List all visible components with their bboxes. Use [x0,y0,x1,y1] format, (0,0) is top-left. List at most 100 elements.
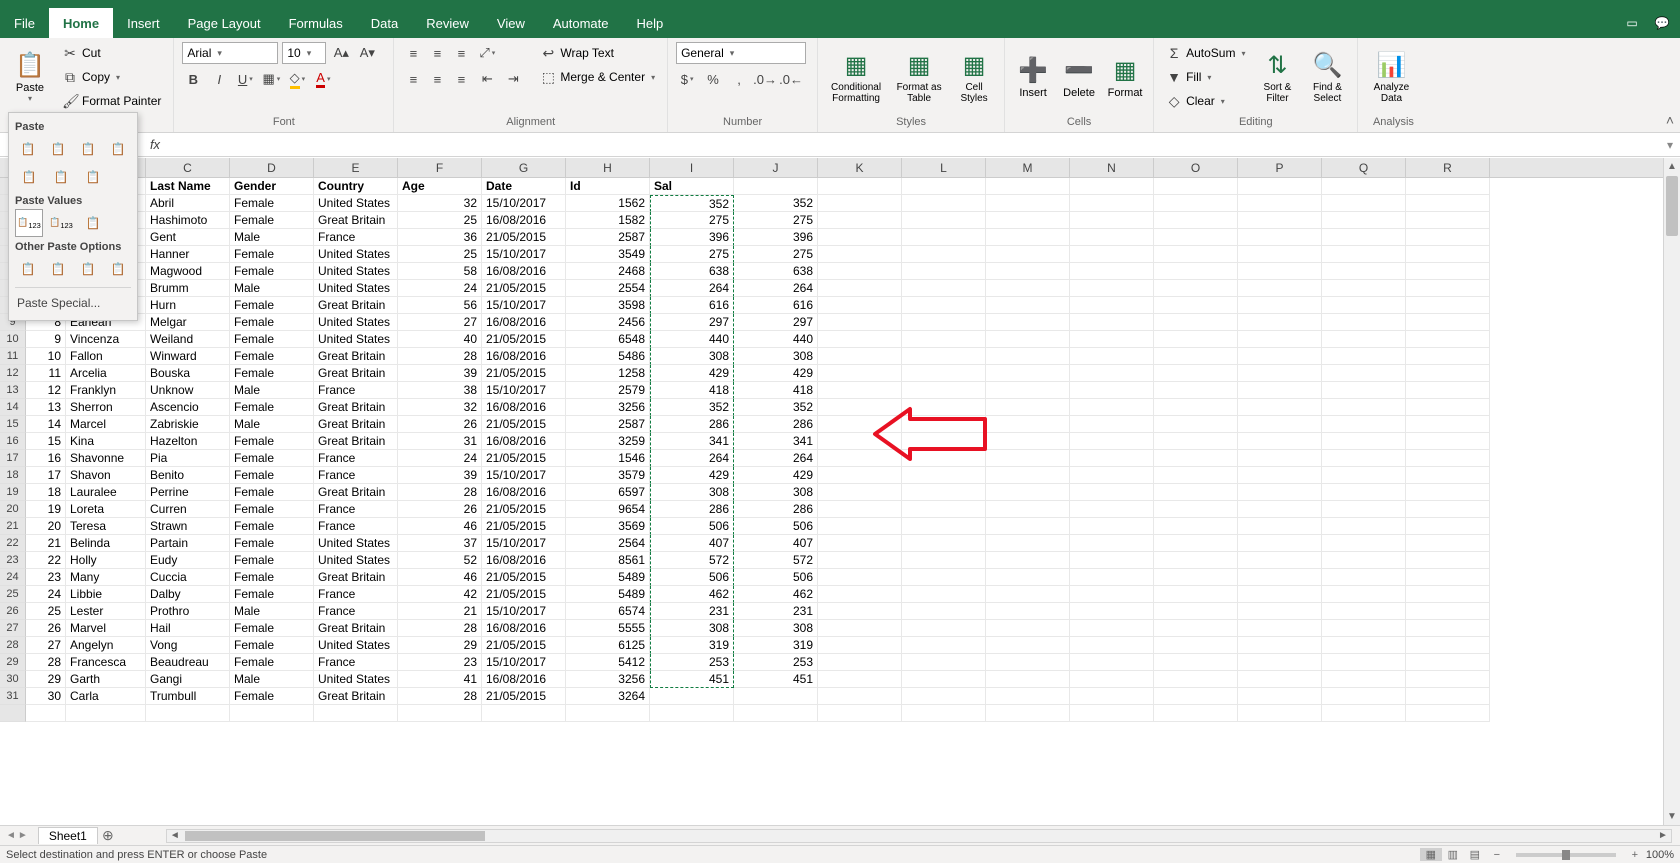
row-header[interactable]: 29 [0,654,26,671]
cell[interactable] [1238,263,1322,280]
cell[interactable] [902,246,986,263]
cell[interactable]: Brumm [146,280,230,297]
cell[interactable]: Hazelton [146,433,230,450]
cell[interactable]: 11 [26,365,66,382]
cell[interactable] [986,297,1070,314]
cell[interactable] [1154,382,1238,399]
cell[interactable] [1406,212,1490,229]
cell[interactable]: 638 [734,263,818,280]
cell[interactable]: Female [230,331,314,348]
cell[interactable]: 2579 [566,382,650,399]
cell[interactable] [1322,552,1406,569]
cell[interactable] [1322,280,1406,297]
format-painter-button[interactable]: 🖌Format Painter [58,90,165,112]
cell[interactable]: 616 [734,297,818,314]
cell[interactable] [902,450,986,467]
cell[interactable] [818,586,902,603]
row-header[interactable]: 18 [0,467,26,484]
cell[interactable]: Holly [66,552,146,569]
cell[interactable]: 2468 [566,263,650,280]
wrap-text-button[interactable]: ↩Wrap Text [536,42,659,64]
column-header-N[interactable]: N [1070,158,1154,177]
cell[interactable]: Female [230,501,314,518]
paste-button[interactable]: 📋 Paste ▾ [8,42,52,112]
cell[interactable] [1406,178,1490,195]
autosum-button[interactable]: ΣAutoSum▾ [1162,42,1249,64]
cell[interactable]: Francesca [66,654,146,671]
cell[interactable]: 8561 [566,552,650,569]
cell[interactable] [734,688,818,705]
cell[interactable]: 275 [650,212,734,229]
cell[interactable]: 12 [26,382,66,399]
cell[interactable]: 2587 [566,416,650,433]
cell[interactable]: 308 [734,484,818,501]
cell[interactable]: 39 [398,365,482,382]
cell[interactable] [902,603,986,620]
cell[interactable] [1406,535,1490,552]
cell[interactable] [986,535,1070,552]
cell[interactable] [1406,586,1490,603]
cell[interactable] [1322,433,1406,450]
cell[interactable] [1322,348,1406,365]
cell[interactable] [1238,212,1322,229]
cell[interactable] [986,501,1070,518]
cell[interactable]: 286 [734,501,818,518]
cell[interactable]: 31 [398,433,482,450]
cell[interactable]: 3256 [566,399,650,416]
cell[interactable]: 407 [650,535,734,552]
cell[interactable] [1406,467,1490,484]
page-break-view-icon[interactable]: ▤ [1464,848,1486,861]
cell[interactable] [902,399,986,416]
cell[interactable] [986,382,1070,399]
cell[interactable]: Vincenza [66,331,146,348]
cell[interactable]: 15/10/2017 [482,297,566,314]
cell[interactable] [482,705,566,722]
menu-tab-view[interactable]: View [483,8,539,38]
cell[interactable] [818,688,902,705]
cell[interactable] [1238,297,1322,314]
cell[interactable] [1238,586,1322,603]
cell[interactable] [986,484,1070,501]
cell[interactable]: Hurn [146,297,230,314]
cell[interactable]: 16/08/2016 [482,433,566,450]
cell[interactable]: 21/05/2015 [482,501,566,518]
cell[interactable]: 341 [650,433,734,450]
column-header-I[interactable]: I [650,158,734,177]
cell[interactable] [1406,365,1490,382]
cell[interactable]: Female [230,467,314,484]
cell[interactable]: 9 [26,331,66,348]
cell[interactable]: 1582 [566,212,650,229]
cell[interactable] [1154,501,1238,518]
cell[interactable]: 15 [26,433,66,450]
cell[interactable] [818,518,902,535]
cell[interactable]: Female [230,654,314,671]
cell[interactable] [818,212,902,229]
cell[interactable] [818,399,902,416]
cell[interactable] [818,552,902,569]
cell[interactable] [1070,331,1154,348]
cell[interactable]: 1546 [566,450,650,467]
menu-tab-formulas[interactable]: Formulas [275,8,357,38]
cell[interactable] [902,331,986,348]
cell[interactable]: 15/10/2017 [482,603,566,620]
cell[interactable] [986,654,1070,671]
cell[interactable] [1322,246,1406,263]
cell[interactable]: Magwood [146,263,230,280]
cell[interactable] [1322,569,1406,586]
cell[interactable]: 297 [650,314,734,331]
cell[interactable]: 15/10/2017 [482,467,566,484]
cell[interactable]: Great Britain [314,212,398,229]
cell[interactable] [986,688,1070,705]
column-header-R[interactable]: R [1406,158,1490,177]
cell[interactable]: Female [230,688,314,705]
cell[interactable]: 2564 [566,535,650,552]
cell[interactable]: Female [230,569,314,586]
cell[interactable]: Female [230,365,314,382]
cell[interactable] [1070,416,1154,433]
border-button[interactable]: ▦ [260,68,282,90]
cell[interactable]: 275 [734,212,818,229]
cell[interactable]: Great Britain [314,484,398,501]
cell[interactable]: 21 [398,603,482,620]
cell[interactable] [1070,399,1154,416]
cell[interactable]: Gent [146,229,230,246]
